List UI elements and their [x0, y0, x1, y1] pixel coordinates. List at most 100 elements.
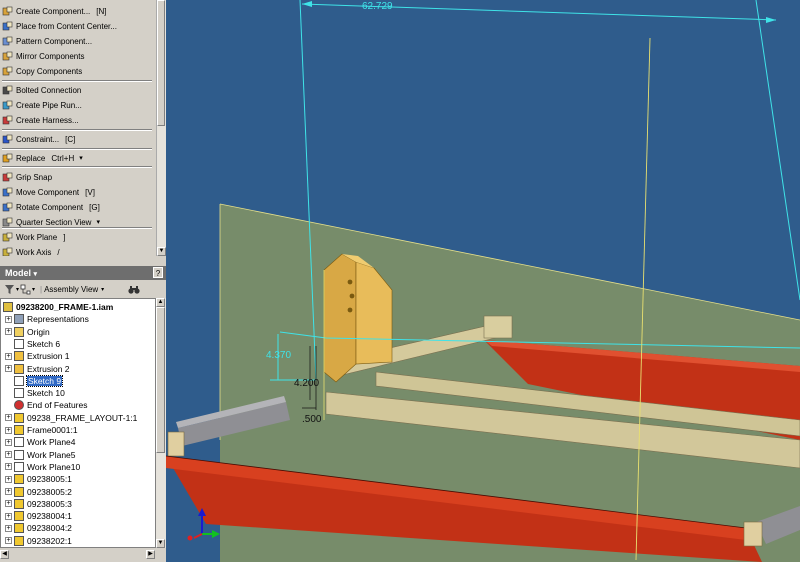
expand-icon[interactable]: + [5, 438, 12, 446]
panel-bar: Create Component... [N] Place from Content… [0, 0, 156, 256]
command-shortcut: [V] [85, 187, 95, 197]
expand-icon[interactable]: + [5, 315, 12, 323]
expand-icon[interactable]: + [5, 500, 12, 508]
expand-icon[interactable]: + [5, 463, 12, 471]
part-icon [14, 498, 24, 509]
rotate-component-icon [2, 202, 13, 213]
panel-bar-scrollbar[interactable]: ▼ [156, 0, 166, 256]
scrollbar-thumb[interactable] [156, 307, 165, 453]
expand-all-icon[interactable]: ▾ [20, 283, 35, 295]
assembly-icon [3, 302, 13, 312]
part-icon [14, 425, 24, 435]
graphics-window[interactable]: 62.729 4.370 4.200 .500 [166, 0, 800, 562]
mirror-components-icon [2, 51, 13, 62]
command-label: Move Component [16, 187, 80, 197]
tree-node[interactable]: Sketch 10 [5, 387, 65, 399]
3d-model-view[interactable]: 62.729 4.370 4.200 .500 [166, 0, 800, 562]
expand-icon[interactable]: + [5, 537, 12, 545]
tree-node[interactable]: + Work Plane4 [5, 436, 76, 448]
scroll-down-icon[interactable]: ▼ [156, 539, 165, 548]
browser-title[interactable]: Model ▾ [5, 268, 37, 278]
dropdown-arrow-icon[interactable]: ▾ [96, 218, 100, 226]
tree-node[interactable]: + Frame0001:1 [5, 424, 78, 436]
command-bolted-connection[interactable]: Bolted Connection [2, 83, 152, 97]
sketch-icon [14, 338, 24, 349]
command-quarter-section-view[interactable]: Quarter Section View ▾ [2, 215, 152, 229]
dimension-offset-label[interactable]: 4.200 [294, 378, 319, 389]
tree-node[interactable]: + Extrusion 2 [5, 363, 70, 375]
expand-icon[interactable]: + [5, 365, 12, 372]
tree-node-label: 09238005:3 [27, 498, 72, 509]
tree-node[interactable]: +09238005:3 [5, 498, 72, 510]
tree-node[interactable]: +09238005:2 [5, 486, 72, 498]
tree-node[interactable]: +09238004:1 [5, 510, 72, 522]
tree-node[interactable]: 09238200_FRAME-1.iam [3, 301, 113, 313]
filter-icon[interactable]: ▾ [4, 283, 19, 295]
scroll-left-icon[interactable]: ◀ [0, 550, 9, 559]
dropdown-arrow-icon[interactable]: ▾ [79, 154, 83, 162]
command-place-from-content-center[interactable]: Place from Content Center... [2, 19, 152, 33]
bolted-connection-icon [2, 85, 13, 96]
tree-node[interactable]: +09238202:1 [5, 535, 72, 547]
sketch-icon [14, 375, 24, 386]
sketch-icon [14, 388, 24, 399]
command-work-plane[interactable]: Work Plane] [2, 230, 152, 244]
help-button[interactable]: ? [153, 267, 163, 278]
tree-node[interactable]: Sketch 6 [5, 338, 60, 350]
binoculars-icon[interactable] [128, 283, 140, 295]
tree-node[interactable]: End of Features [5, 399, 87, 411]
command-pattern-component[interactable]: Pattern Component... [2, 34, 152, 48]
command-constraint[interactable]: Constraint... [C] [2, 132, 152, 146]
panel-separator [2, 166, 152, 168]
dimension-height-label[interactable]: 4.370 [266, 350, 291, 361]
command-label: Quarter Section View [16, 217, 92, 227]
dimension-thickness-label[interactable]: .500 [302, 414, 322, 425]
pattern-component-icon [2, 36, 13, 47]
expand-icon[interactable]: + [5, 451, 12, 459]
tree-node[interactable]: + Extrusion 1 [5, 350, 70, 362]
browser-toolbar: ▾ ▾ | Assembly View ▾ [0, 281, 166, 297]
browser-hscrollbar[interactable]: ◀ ▶ [0, 548, 166, 562]
command-grip-snap[interactable]: Grip Snap [2, 170, 152, 184]
command-mirror-components[interactable]: Mirror Components [2, 49, 152, 63]
gusset-plate[interactable] [323, 253, 357, 383]
expand-icon[interactable]: + [5, 488, 12, 495]
tree-node[interactable]: +09238_FRAME_LAYOUT-1:1 [5, 412, 137, 424]
view-mode-dropdown[interactable]: | Assembly View ▾ [40, 283, 104, 295]
panel-separator [2, 148, 152, 150]
tree-node[interactable]: + Origin [5, 326, 50, 338]
command-replace[interactable]: Replace Ctrl+H ▾ [2, 151, 152, 165]
browser-scrollbar[interactable]: ▲ ▼ [156, 298, 166, 548]
command-work-axis[interactable]: Work Axis / [2, 245, 152, 256]
command-create-harness[interactable]: Create Harness... [2, 113, 152, 127]
expand-icon[interactable]: + [5, 352, 12, 360]
browser-header: Model ▾ ? [0, 266, 166, 280]
scroll-up-icon[interactable]: ▲ [156, 298, 165, 307]
replace-icon [2, 153, 13, 164]
folder-icon [14, 326, 24, 337]
command-create-pipe-run[interactable]: Create Pipe Run... [2, 98, 152, 112]
command-shortcut: / [57, 247, 60, 257]
expand-icon[interactable]: + [5, 414, 12, 422]
scroll-right-icon[interactable]: ▶ [146, 550, 155, 559]
tree-node[interactable]: +09238004:2 [5, 522, 72, 534]
command-move-component[interactable]: Move Component [V] [2, 185, 152, 199]
command-rotate-component[interactable]: Rotate Component [G] [2, 200, 152, 214]
tree-node[interactable]: + Work Plane5 [5, 449, 76, 461]
tree-node[interactable]: +09238005:1 [5, 473, 72, 485]
tree-node[interactable]: + Representations [5, 313, 89, 325]
expand-icon[interactable]: + [5, 426, 12, 434]
expand-icon[interactable]: + [5, 524, 12, 532]
scroll-down-icon[interactable]: ▼ [157, 247, 166, 256]
expand-icon[interactable]: + [5, 475, 12, 483]
dimension-width-label[interactable]: 62.729 [362, 1, 393, 12]
expand-icon[interactable]: + [5, 328, 12, 336]
command-copy-components[interactable]: Copy Components [2, 64, 152, 78]
command-create-component[interactable]: Create Component... [N] [2, 4, 152, 18]
tree-node-label: 09238200_FRAME-1.iam [16, 302, 114, 312]
expand-icon[interactable]: + [5, 512, 12, 520]
scrollbar-thumb[interactable] [157, 0, 165, 126]
tree-node[interactable]: Sketch 9 [5, 374, 64, 387]
create-component-icon [2, 6, 13, 17]
tree-node[interactable]: + Work Plane10 [5, 461, 80, 473]
